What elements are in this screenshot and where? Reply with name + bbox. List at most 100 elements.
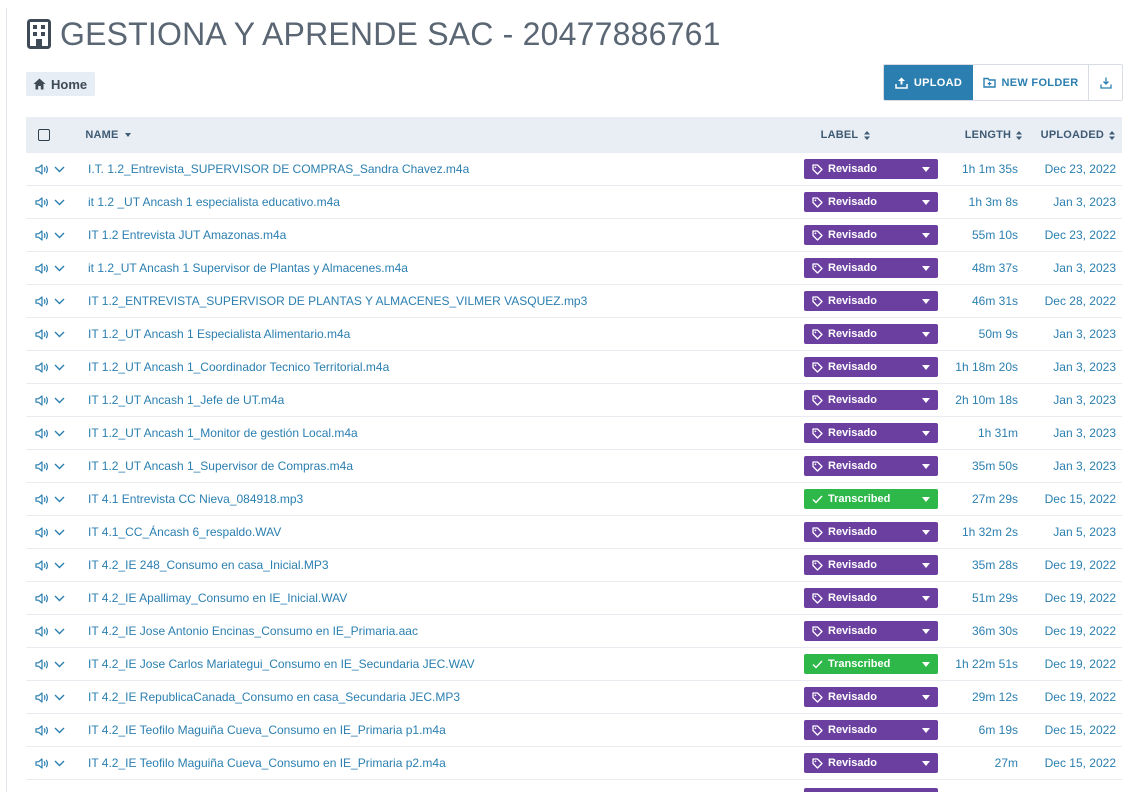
label-dropdown[interactable]: Revisado bbox=[804, 555, 938, 575]
speaker-icon[interactable] bbox=[35, 757, 50, 769]
chevron-down-icon[interactable] bbox=[54, 628, 65, 635]
table-row[interactable]: I.T. 1.2_Entrevista_SUPERVISOR DE COMPRA… bbox=[26, 153, 1122, 186]
file-name-link[interactable]: IT 4.2_IE 248_Consumo en casa_Inicial.MP… bbox=[88, 558, 329, 572]
chevron-down-icon[interactable] bbox=[54, 562, 65, 569]
table-row[interactable]: it 1.2_UT Ancash 1 Supervisor de Plantas… bbox=[26, 252, 1122, 285]
file-name-link[interactable]: IT 1.2_UT Ancash 1_Jefe de UT.m4a bbox=[88, 393, 284, 407]
chevron-down-icon[interactable] bbox=[54, 232, 65, 239]
table-row[interactable]: IT 4.2_IE Jose Antonio Encinas_Consumo e… bbox=[26, 615, 1122, 648]
file-name-link[interactable]: IT 4.2_IE Teofilo Maguiña Cueva_Consumo … bbox=[88, 756, 446, 770]
speaker-icon[interactable] bbox=[35, 361, 50, 373]
speaker-icon[interactable] bbox=[35, 460, 50, 472]
speaker-icon[interactable] bbox=[35, 229, 50, 241]
label-dropdown[interactable]: Revisado bbox=[804, 291, 938, 311]
file-name-link[interactable]: it 1.2_UT Ancash 1 Supervisor de Plantas… bbox=[88, 261, 408, 275]
label-dropdown[interactable]: Revisado bbox=[804, 324, 938, 344]
label-dropdown[interactable]: Transcribed bbox=[804, 654, 938, 674]
table-row[interactable]: IT 1.2 Entrevista JUT Amazonas.m4a Revisa… bbox=[26, 219, 1122, 252]
uploaded-column-header[interactable]: UPLOADED bbox=[1025, 129, 1122, 141]
table-row[interactable]: IT 1.2_UT Ancash 1_Monitor de gestión Lo… bbox=[26, 417, 1122, 450]
file-name-link[interactable]: IT 4.2_IE Apallimay_Consumo en IE_Inicia… bbox=[88, 591, 347, 605]
breadcrumb-home[interactable]: Home bbox=[26, 72, 96, 96]
chevron-down-icon[interactable] bbox=[54, 199, 65, 206]
label-dropdown[interactable]: Revisado bbox=[804, 588, 938, 608]
label-dropdown[interactable]: Revisado bbox=[804, 225, 938, 245]
speaker-icon[interactable] bbox=[35, 592, 50, 604]
chevron-down-icon[interactable] bbox=[54, 397, 65, 404]
speaker-icon[interactable] bbox=[35, 526, 50, 538]
label-dropdown[interactable]: Revisado bbox=[804, 456, 938, 476]
table-row[interactable]: IT 1.2_ENTREVISTA_SUPERVISOR DE PLANTAS … bbox=[26, 285, 1122, 318]
table-row[interactable]: IT 4.2_IE 248_Consumo en casa_Inicial.MP… bbox=[26, 549, 1122, 582]
file-name-link[interactable]: IT 4.2_IE Teofilo Maguiña Cueva_Consumo … bbox=[88, 723, 446, 737]
table-row[interactable]: IT 4.2_IE Teofilo Maguiña Cueva_Consumo … bbox=[26, 747, 1122, 780]
label-dropdown[interactable]: Revisado bbox=[804, 522, 938, 542]
upload-button[interactable]: UPLOAD bbox=[884, 65, 973, 100]
label-dropdown[interactable]: Revisado bbox=[804, 720, 938, 740]
chevron-down-icon[interactable] bbox=[54, 529, 65, 536]
table-row[interactable]: IT 4.2_IE RepublicaCanada_Consumo en cas… bbox=[26, 681, 1122, 714]
chevron-down-icon[interactable] bbox=[54, 430, 65, 437]
speaker-icon[interactable] bbox=[35, 658, 50, 670]
speaker-icon[interactable] bbox=[35, 724, 50, 736]
file-name-link[interactable]: IT 4.2_IE Jose Carlos Mariategui_Consumo… bbox=[88, 657, 475, 671]
table-row[interactable]: IT 1.2_UT Ancash 1_Jefe de UT.m4a Revisad… bbox=[26, 384, 1122, 417]
file-name-link[interactable]: IT 1.2_UT Ancash 1_Monitor de gestión Lo… bbox=[88, 426, 358, 440]
label-dropdown[interactable]: Revisado bbox=[804, 159, 938, 179]
chevron-down-icon[interactable] bbox=[54, 331, 65, 338]
label-column-header[interactable]: LABEL bbox=[821, 129, 957, 141]
table-row[interactable]: IT 1.2_UT Ancash 1_Supervisor de Compras… bbox=[26, 450, 1122, 483]
file-name-link[interactable]: IT 4.2_IE Jose Antonio Encinas_Consumo e… bbox=[88, 624, 418, 638]
chevron-down-icon[interactable] bbox=[54, 298, 65, 305]
label-dropdown[interactable]: Revisado bbox=[804, 687, 938, 707]
download-button[interactable] bbox=[1089, 65, 1122, 100]
name-column-header[interactable]: NAME bbox=[84, 129, 820, 141]
file-name-link[interactable]: IT 1.2_ENTREVISTA_SUPERVISOR DE PLANTAS … bbox=[88, 294, 587, 308]
speaker-icon[interactable] bbox=[35, 196, 50, 208]
table-row[interactable]: IT 4.2_IE Jose Carlos Mariategui_Consumo… bbox=[26, 648, 1122, 681]
chevron-down-icon[interactable] bbox=[54, 595, 65, 602]
chevron-down-icon[interactable] bbox=[54, 265, 65, 272]
file-name-link[interactable]: I.T. 1.2_Entrevista_SUPERVISOR DE COMPRA… bbox=[88, 162, 469, 176]
speaker-icon[interactable] bbox=[35, 691, 50, 703]
file-name-link[interactable]: it 1.2 _UT Ancash 1 especialista educati… bbox=[88, 195, 340, 209]
label-dropdown[interactable]: Revisado bbox=[804, 192, 938, 212]
speaker-icon[interactable] bbox=[35, 163, 50, 175]
speaker-icon[interactable] bbox=[35, 295, 50, 307]
table-row[interactable]: it 1.2 _UT Ancash 1 especialista educati… bbox=[26, 186, 1122, 219]
table-row[interactable]: IT 1.2_UT Ancash 1 Especialista Alimenta… bbox=[26, 318, 1122, 351]
table-row[interactable]: IT 4.2_IE Apallimay_Consumo en IE_Inicia… bbox=[26, 582, 1122, 615]
file-name-link[interactable]: IT 4.1 Entrevista CC Nieva_084918.mp3 bbox=[88, 492, 303, 506]
speaker-icon[interactable] bbox=[35, 394, 50, 406]
speaker-icon[interactable] bbox=[35, 493, 50, 505]
chevron-down-icon[interactable] bbox=[54, 727, 65, 734]
chevron-down-icon[interactable] bbox=[54, 166, 65, 173]
file-name-link[interactable]: IT 1.2_UT Ancash 1_Supervisor de Compras… bbox=[88, 459, 353, 473]
chevron-down-icon[interactable] bbox=[54, 364, 65, 371]
chevron-down-icon[interactable] bbox=[54, 661, 65, 668]
table-row[interactable]: IT 4.1_CC_Áncash 6_respaldo.WAV Revisado 1… bbox=[26, 516, 1122, 549]
length-column-header[interactable]: LENGTH bbox=[957, 129, 1025, 141]
label-dropdown[interactable]: Revisado bbox=[804, 390, 938, 410]
select-all-checkbox[interactable] bbox=[38, 129, 50, 141]
file-name-link[interactable]: IT 1.2_UT Ancash 1_Coordinador Tecnico T… bbox=[88, 360, 389, 374]
new-folder-button[interactable]: NEW FOLDER bbox=[973, 65, 1089, 100]
table-row[interactable]: IT 4.2_IE Teofilo Maguiña Cueva_Consumo … bbox=[26, 714, 1122, 747]
speaker-icon[interactable] bbox=[35, 328, 50, 340]
label-dropdown[interactable]: Revisado bbox=[804, 753, 938, 773]
file-name-link[interactable]: IT 1.2_UT Ancash 1 Especialista Alimenta… bbox=[88, 327, 350, 341]
chevron-down-icon[interactable] bbox=[54, 694, 65, 701]
chevron-down-icon[interactable] bbox=[54, 760, 65, 767]
chevron-down-icon[interactable] bbox=[54, 496, 65, 503]
label-dropdown[interactable]: Revisado bbox=[804, 621, 938, 641]
file-name-link[interactable]: IT 4.1_CC_Áncash 6_respaldo.WAV bbox=[88, 525, 281, 539]
file-name-link[interactable]: IT 4.2_IE RepublicaCanada_Consumo en cas… bbox=[88, 690, 460, 704]
file-name-link[interactable]: IT 1.2 Entrevista JUT Amazonas.m4a bbox=[88, 228, 286, 242]
speaker-icon[interactable] bbox=[35, 559, 50, 571]
table-row[interactable]: IT 1.2_UT Ancash 1_Coordinador Tecnico T… bbox=[26, 351, 1122, 384]
speaker-icon[interactable] bbox=[35, 262, 50, 274]
label-dropdown[interactable]: Revisado bbox=[804, 258, 938, 278]
chevron-down-icon[interactable] bbox=[54, 463, 65, 470]
speaker-icon[interactable] bbox=[35, 625, 50, 637]
label-dropdown[interactable]: Revisado bbox=[804, 357, 938, 377]
